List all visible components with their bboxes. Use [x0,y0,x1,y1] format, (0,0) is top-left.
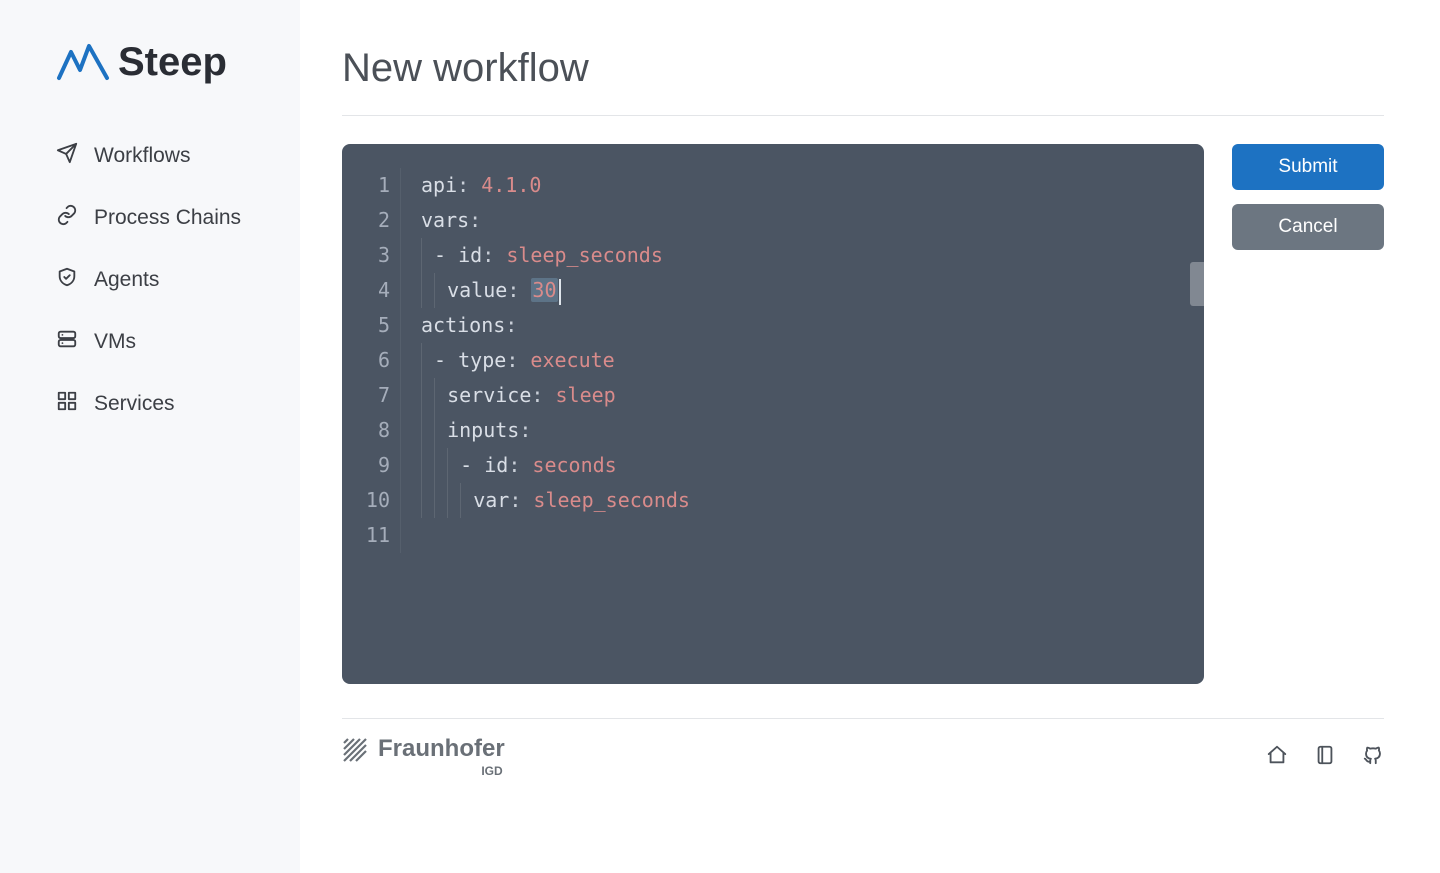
sidebar-item-label: Workflows [94,144,190,168]
code-line[interactable]: 5 actions: [342,308,1204,343]
sidebar-item-vms[interactable]: VMs [56,328,266,356]
code-line[interactable]: 3 - id: sleep_seconds [342,238,1204,273]
code-line[interactable]: 6 - type: execute [342,343,1204,378]
brand-logo[interactable]: Steep [56,40,266,82]
code-line[interactable]: 11 [342,518,1204,553]
line-number: 3 [342,238,400,273]
line-number: 1 [342,168,400,203]
fraunhofer-name: Fraunhofer [378,737,505,761]
paper-plane-icon [56,142,78,170]
cancel-button[interactable]: Cancel [1232,204,1384,250]
code-content: actions: [421,308,1204,343]
line-number: 11 [342,518,400,553]
code-line[interactable]: 7 service: sleep [342,378,1204,413]
code-content: api: 4.1.0 [421,168,1204,203]
code-content: - id: seconds [421,448,1204,483]
steep-logo-icon [56,40,110,82]
action-panel: Submit Cancel [1232,144,1384,250]
code-line[interactable]: 1 api: 4.1.0 [342,168,1204,203]
sidebar-item-label: VMs [94,330,136,354]
fraunhofer-sub: IGD [481,765,502,777]
line-number: 10 [342,483,400,518]
code-line[interactable]: 2 vars: [342,203,1204,238]
server-icon [56,328,78,356]
content-row: 1api: 4.1.02vars:3 - id: sleep_seconds4 … [342,144,1384,684]
code-lines: 1api: 4.1.02vars:3 - id: sleep_seconds4 … [342,168,1204,553]
home-link[interactable] [1266,744,1288,771]
title-divider [342,115,1384,116]
book-icon [1314,744,1336,771]
code-line[interactable]: 4 value: 30 [342,273,1204,308]
page-title: New workflow [342,46,1384,91]
code-content: service: sleep [421,378,1204,413]
code-line[interactable]: 10 var: sleep_seconds [342,483,1204,518]
code-line[interactable]: 9 - id: seconds [342,448,1204,483]
code-content: vars: [421,203,1204,238]
submit-button[interactable]: Submit [1232,144,1384,190]
docs-link[interactable] [1314,744,1336,771]
github-icon [1362,744,1384,771]
sidebar-item-label: Agents [94,268,159,292]
editor-scrollbar-thumb[interactable] [1190,262,1204,306]
code-content: - id: sleep_seconds [421,238,1204,273]
sidebar-item-services[interactable]: Services [56,390,266,418]
grid-icon [56,390,78,418]
code-content: value: 30 [421,273,1204,308]
home-icon [1266,744,1288,771]
line-number: 8 [342,413,400,448]
line-number: 4 [342,273,400,308]
line-number: 7 [342,378,400,413]
sidebar-item-workflows[interactable]: Workflows [56,142,266,170]
sidebar-item-agents[interactable]: Agents [56,266,266,294]
chain-link-icon [56,204,78,232]
sidebar: Steep Workflows Process Chains Agents [0,0,300,873]
line-number: 9 [342,448,400,483]
sidebar-item-label: Process Chains [94,206,241,230]
code-editor[interactable]: 1api: 4.1.02vars:3 - id: sleep_seconds4 … [342,144,1204,684]
text-cursor [559,279,561,305]
footer: Fraunhofer IGD [342,737,1384,795]
sidebar-item-process-chains[interactable]: Process Chains [56,204,266,232]
fraunhofer-logo[interactable]: Fraunhofer IGD [342,737,505,777]
footer-divider [342,718,1384,719]
sidebar-item-label: Services [94,392,175,416]
fraunhofer-mark-icon [342,737,368,768]
sidebar-nav: Workflows Process Chains Agents VMs [56,142,266,418]
footer-links [1266,744,1384,771]
code-content: var: sleep_seconds [421,483,1204,518]
line-number: 2 [342,203,400,238]
code-content: - type: execute [421,343,1204,378]
shield-icon [56,266,78,294]
app-root: Steep Workflows Process Chains Agents [0,0,1440,873]
line-number: 6 [342,343,400,378]
github-link[interactable] [1362,744,1384,771]
fraunhofer-wordmark: Fraunhofer IGD [378,737,505,777]
code-content: inputs: [421,413,1204,448]
brand-name: Steep [118,42,227,82]
line-number: 5 [342,308,400,343]
main-content: New workflow 1api: 4.1.02vars:3 - id: sl… [300,0,1440,873]
code-line[interactable]: 8 inputs: [342,413,1204,448]
